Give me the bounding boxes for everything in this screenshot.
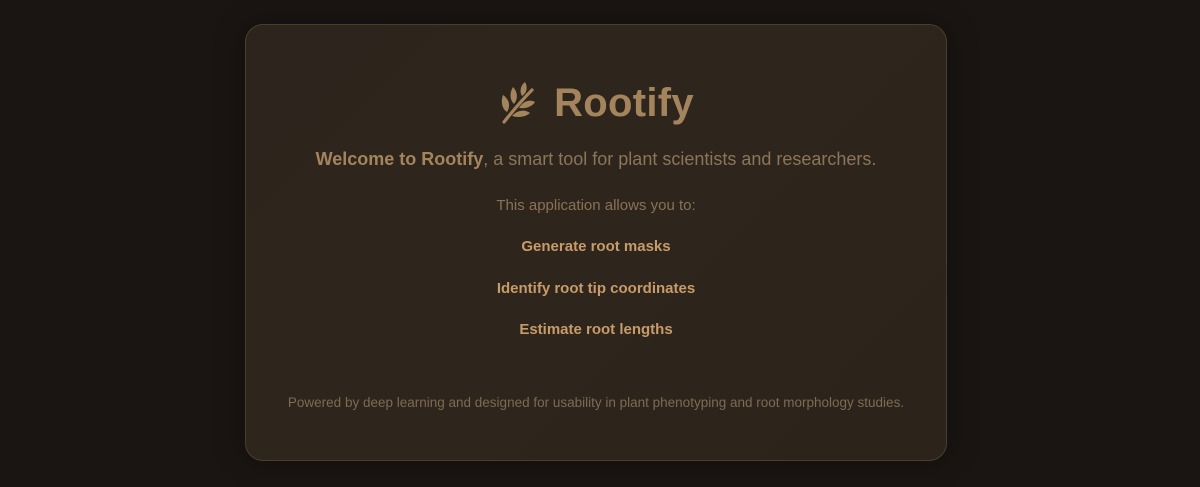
plant-sprig-icon [498,81,540,126]
welcome-card: Rootify Welcome to Rootify, a smart tool… [245,24,947,461]
footer-note: Powered by deep learning and designed fo… [287,395,905,410]
feature-item-root-tips: Identify root tip coordinates [496,279,696,297]
app-title: Rootify [554,81,694,125]
intro-text: This application allows you to: [496,197,696,214]
feature-item-root-lengths: Estimate root lengths [519,321,673,338]
welcome-rest: , a smart tool for plant scientists and … [483,149,877,169]
welcome-tagline: Welcome to Rootify, a smart tool for pla… [246,149,946,170]
welcome-strong: Welcome to Rootify [315,149,484,169]
feature-list: Generate root masks Identify root tip co… [246,237,946,362]
brand-header: Rootify [246,81,946,126]
feature-item-root-masks: Generate root masks [521,238,671,255]
